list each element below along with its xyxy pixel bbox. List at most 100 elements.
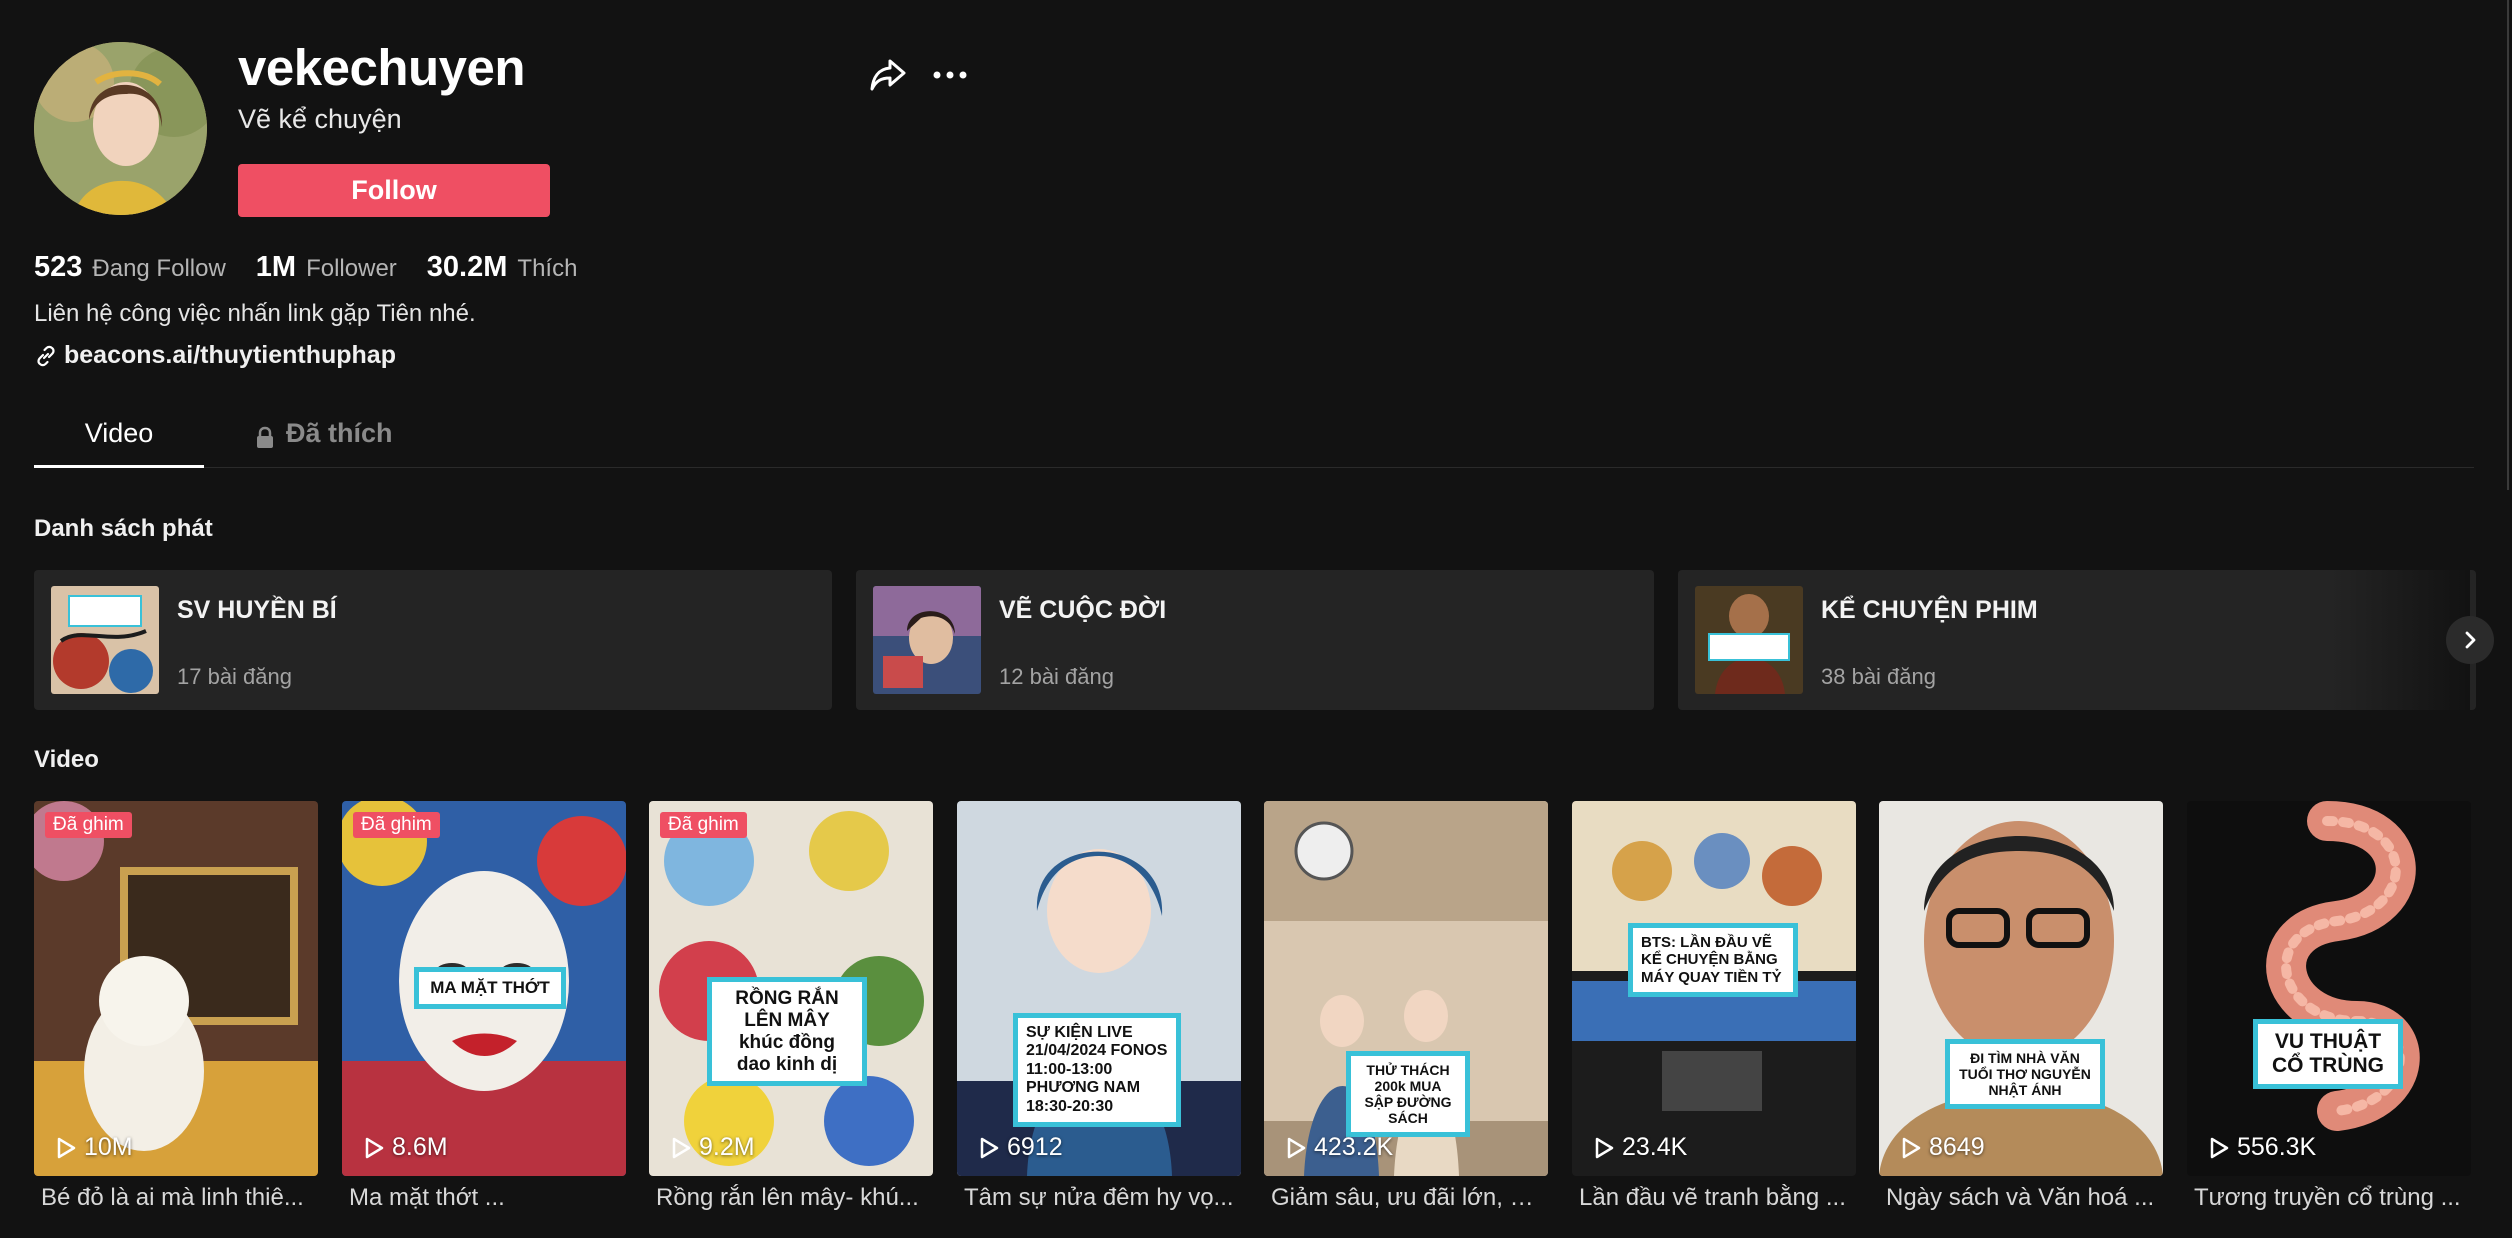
tab-video-label: Video <box>84 418 154 448</box>
profile-link[interactable]: beacons.ai/thuytienthuphap <box>34 341 396 370</box>
playlist-thumbnail <box>1695 586 1803 694</box>
video-caption: VU THUẬT CỔ TRÙNG <box>2253 1019 2403 1090</box>
video-caption: BTS: LẦN ĐẦU VẼ KỂ CHUYỆN BẰNG MÁY QUAY … <box>1628 923 1798 997</box>
play-icon <box>1902 1137 1921 1158</box>
avatar[interactable] <box>34 42 207 215</box>
profile-username: vekechuyen <box>238 39 526 96</box>
video-thumbnail: VU THUẬT CỔ TRÙNG 556.3K <box>2187 801 2471 1176</box>
video-title: Ngày sách và Văn hoá ... <box>1886 1184 2155 1211</box>
play-icon <box>980 1137 999 1158</box>
playlist-next-button[interactable] <box>2446 616 2494 664</box>
profile-bio: Liên hệ công việc nhấn link gặp Tiên nhé… <box>34 300 476 327</box>
playlist-title: KỂ CHUYỆN PHIM <box>1821 596 2038 624</box>
tab-liked-label: Đã thích <box>286 418 393 448</box>
video-thumbnail: THỬ THÁCH 200k MUA SẬP ĐƯỜNG SÁCH 423.2K <box>1264 801 1548 1176</box>
video-caption: MA MẶT THỚT <box>414 967 566 1009</box>
tab-liked[interactable]: Đã thích <box>254 412 414 468</box>
play-icon <box>57 1137 76 1158</box>
video-title: Tâm sự nửa đêm hy vọ... <box>964 1184 1234 1211</box>
video-card[interactable]: Đã ghim MA MẶT THỚT 8.6M Ma mặt thớt ... <box>342 801 626 1212</box>
lock-icon <box>257 426 273 448</box>
video-thumbnail: Đã ghim MA MẶT THỚT 8.6M <box>342 801 626 1176</box>
play-icon <box>365 1137 384 1158</box>
video-title: Lần đầu vẽ tranh bằng ... <box>1579 1184 1846 1211</box>
chevron-right-icon <box>2465 631 2476 649</box>
video-view-count: 8.6M <box>392 1133 448 1161</box>
scrollbar[interactable] <box>2507 0 2509 490</box>
share-icon[interactable] <box>868 57 908 93</box>
followers-count: 1M <box>255 251 297 283</box>
video-thumbnail: Đã ghim 10M <box>34 801 318 1176</box>
follow-button[interactable]: Follow <box>238 164 550 217</box>
likes-count: 30.2M <box>426 251 508 283</box>
play-icon <box>1287 1137 1306 1158</box>
video-view-count: 8649 <box>1929 1133 1985 1161</box>
video-card[interactable]: Đã ghim 10M Bé đỏ là ai mà linh thiê... <box>34 801 318 1212</box>
pinned-badge: Đã ghim <box>45 812 132 838</box>
video-caption: THỬ THÁCH 200k MUA SẬP ĐƯỜNG SÁCH <box>1346 1051 1470 1138</box>
play-icon <box>1595 1137 1614 1158</box>
profile-nickname: Vẽ kể chuyện <box>238 104 402 134</box>
playlist-title: SV HUYỀN BÍ <box>177 596 337 624</box>
video-caption: ĐI TÌM NHÀ VĂN TUỔI THƠ NGUYỄN NHẬT ÁNH <box>1945 1039 2105 1110</box>
video-title: Tương truyền cổ trùng ... <box>2194 1184 2461 1211</box>
videos-title: Video <box>34 746 99 773</box>
playlist-thumbnail <box>51 586 159 694</box>
video-card[interactable]: THỬ THÁCH 200k MUA SẬP ĐƯỜNG SÁCH 423.2K… <box>1264 801 1548 1212</box>
profile-link-text: beacons.ai/thuytienthuphap <box>64 341 396 369</box>
pinned-badge: Đã ghim <box>353 812 440 838</box>
playlist-title: VẼ CUỘC ĐỜI <box>999 596 1167 624</box>
video-title: Bé đỏ là ai mà linh thiê... <box>41 1184 304 1211</box>
video-thumbnail: BTS: LẦN ĐẦU VẼ KỂ CHUYỆN BẰNG MÁY QUAY … <box>1572 801 1856 1176</box>
video-view-count: 9.2M <box>699 1133 755 1161</box>
video-views: 10M <box>56 1133 133 1162</box>
playlist-count: 17 bài đăng <box>177 664 292 689</box>
video-card[interactable]: BTS: LẦN ĐẦU VẼ KỂ CHUYỆN BẰNG MÁY QUAY … <box>1572 801 1856 1212</box>
following-label: Đang Follow <box>92 255 226 282</box>
video-title: Ma mặt thớt ... <box>349 1184 505 1211</box>
video-thumbnail: Đã ghim RỒNG RẮN LÊN MÂY khúc đồng dao k… <box>649 801 933 1176</box>
video-views: 8.6M <box>364 1133 448 1162</box>
stat-likes: 30.2M Thích <box>427 251 578 284</box>
video-caption: RỒNG RẮN LÊN MÂY khúc đồng dao kinh dị <box>707 977 867 1087</box>
video-card[interactable]: Đã ghim RỒNG RẮN LÊN MÂY khúc đồng dao k… <box>649 801 933 1212</box>
video-title: Rồng rắn lên mây- khú... <box>656 1184 919 1211</box>
video-thumbnail: ĐI TÌM NHÀ VĂN TUỔI THƠ NGUYỄN NHẬT ÁNH … <box>1879 801 2163 1176</box>
playlist-card[interactable]: KỂ CHUYỆN PHIM 38 bài đăng <box>1678 570 2476 710</box>
more-icon[interactable] <box>930 60 970 90</box>
play-icon <box>672 1137 691 1158</box>
play-icon <box>2210 1137 2229 1158</box>
video-views: 6912 <box>979 1133 1063 1162</box>
stat-followers[interactable]: 1M Follower <box>256 251 397 284</box>
profile-stats: 523 Đang Follow 1M Follower 30.2M Thích <box>34 251 607 284</box>
profile-tabs: Video Đã thích <box>34 412 2474 468</box>
video-view-count: 556.3K <box>2237 1133 2317 1161</box>
video-view-count: 423.2K <box>1314 1133 1394 1161</box>
pinned-badge: Đã ghim <box>660 812 747 838</box>
video-card[interactable]: ĐI TÌM NHÀ VĂN TUỔI THƠ NGUYỄN NHẬT ÁNH … <box>1879 801 2163 1212</box>
stat-following[interactable]: 523 Đang Follow <box>34 251 226 284</box>
video-card[interactable]: VU THUẬT CỔ TRÙNG 556.3K Tương truyền cổ… <box>2187 801 2471 1212</box>
following-count: 523 <box>34 251 83 283</box>
playlist-count: 12 bài đăng <box>999 664 1114 689</box>
video-views: 8649 <box>1901 1133 1985 1162</box>
tab-video[interactable]: Video <box>34 412 204 468</box>
video-caption: SỰ KIỆN LIVE 21/04/2024 FONOS 11:00-13:0… <box>1013 1013 1181 1127</box>
likes-label: Thích <box>517 255 578 282</box>
followers-label: Follower <box>306 255 397 282</box>
video-thumbnail: SỰ KIỆN LIVE 21/04/2024 FONOS 11:00-13:0… <box>957 801 1241 1176</box>
video-view-count: 23.4K <box>1622 1133 1688 1161</box>
link-icon <box>37 345 55 366</box>
playlist-card[interactable]: VẼ CUỘC ĐỜI 12 bài đăng <box>856 570 1654 710</box>
video-views: 423.2K <box>1286 1133 1393 1162</box>
video-title: Giảm sâu, ưu đãi lớn, n... <box>1271 1184 1543 1211</box>
playlist-card[interactable]: SV HUYỀN BÍ 17 bài đăng <box>34 570 832 710</box>
video-view-count: 6912 <box>1007 1133 1063 1161</box>
playlist-thumbnail <box>873 586 981 694</box>
video-view-count: 10M <box>84 1133 133 1161</box>
video-views: 23.4K <box>1594 1133 1687 1162</box>
playlists-title: Danh sách phát <box>34 515 213 542</box>
playlist-count: 38 bài đăng <box>1821 664 1936 689</box>
video-card[interactable]: SỰ KIỆN LIVE 21/04/2024 FONOS 11:00-13:0… <box>957 801 1241 1212</box>
avatar-image <box>34 42 207 215</box>
